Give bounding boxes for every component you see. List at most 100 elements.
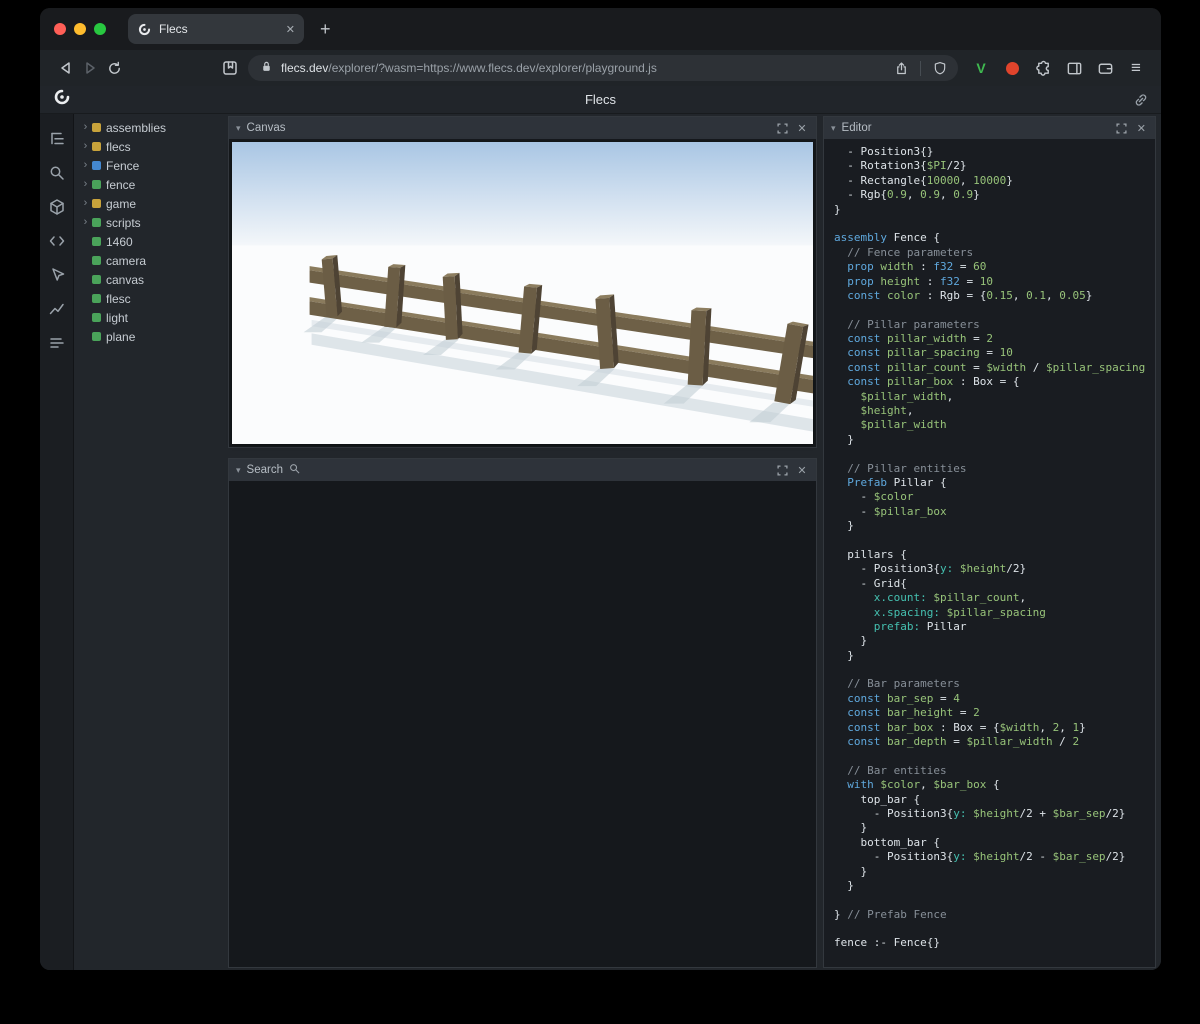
back-button[interactable] <box>54 56 78 80</box>
reload-button[interactable] <box>102 56 126 80</box>
code-line: const pillar_width = 2 <box>834 332 1145 346</box>
new-tab-button[interactable]: + <box>320 20 331 38</box>
tree-item-fence[interactable]: › fence <box>80 175 220 194</box>
extension-v-icon[interactable]: V <box>970 57 992 79</box>
code-line <box>834 893 1145 907</box>
tree-item-flecs[interactable]: ›flecs <box>80 137 220 156</box>
window-close-button[interactable] <box>54 23 66 35</box>
tree-item-assemblies[interactable]: ›assemblies <box>80 118 220 137</box>
code-line: // Bar parameters <box>834 677 1145 691</box>
entity-color-square <box>92 275 101 284</box>
entity-tree: ›assemblies›flecs›Fence›fence›game›scrip… <box>74 114 222 970</box>
code-line: assembly Fence { <box>834 231 1145 245</box>
extensions-puzzle-icon[interactable] <box>1032 57 1054 79</box>
chevron-right-icon[interactable]: › <box>80 122 91 133</box>
lock-icon[interactable] <box>260 60 273 76</box>
chevron-right-icon[interactable]: › <box>80 217 91 228</box>
code-line: $pillar_width, <box>834 390 1145 404</box>
share-icon[interactable] <box>889 56 913 80</box>
editor-panel-title: Editor <box>842 122 872 134</box>
sidebar-toggle-icon[interactable] <box>1063 57 1085 79</box>
code-line: // Pillar entities <box>834 462 1145 476</box>
window-minimize-button[interactable] <box>74 23 86 35</box>
chevron-right-icon[interactable]: › <box>80 141 91 152</box>
url-domain: flecs.dev <box>281 61 328 75</box>
chevron-down-icon[interactable]: ▾ <box>236 466 241 475</box>
extension-red-icon[interactable] <box>1001 57 1023 79</box>
cube-icon[interactable] <box>44 194 70 220</box>
editor-column: ▾ Editor ✕ - Position3{} - Rotation3{$PI… <box>823 114 1161 970</box>
editor-panel-header: ▾ Editor ✕ <box>824 117 1155 139</box>
chart-icon[interactable] <box>44 296 70 322</box>
menu-icon[interactable]: ≡ <box>1125 57 1147 79</box>
code-line: - Position3{} <box>834 145 1145 159</box>
code-line <box>834 922 1145 936</box>
tree-item-game[interactable]: › game <box>80 194 220 213</box>
tree-item-flesc[interactable]: flesc <box>80 289 220 308</box>
tree-item-light[interactable]: light <box>80 308 220 327</box>
code-line: } <box>834 519 1145 533</box>
shield-icon[interactable] <box>928 56 952 80</box>
code-line: - Grid{ <box>834 577 1145 591</box>
search-results-area[interactable] <box>229 481 816 967</box>
code-line: const bar_depth = $pillar_width / 2 <box>834 735 1145 749</box>
entity-label: fence <box>106 178 135 192</box>
tree-item-Fence[interactable]: ›Fence <box>80 156 220 175</box>
chevron-down-icon[interactable]: ▾ <box>236 124 241 133</box>
entity-color-square <box>92 256 101 265</box>
tab-close-icon[interactable]: ✕ <box>286 23 295 36</box>
chevron-right-icon[interactable]: › <box>80 198 91 209</box>
code-line: - Rectangle{10000, 10000} <box>834 174 1145 188</box>
tree-item-scripts[interactable]: ›scripts <box>80 213 220 232</box>
inspect-icon[interactable] <box>44 262 70 288</box>
expand-panel-icon[interactable] <box>775 121 789 135</box>
chevron-right-icon[interactable]: › <box>80 179 91 190</box>
code-line: bottom_bar { <box>834 836 1145 850</box>
code-line: x.count: $pillar_count, <box>834 591 1145 605</box>
pill-divider <box>920 61 921 76</box>
entity-label: light <box>106 311 128 325</box>
entity-label: camera <box>106 254 146 268</box>
forward-button[interactable] <box>78 56 102 80</box>
code-line: // Pillar parameters <box>834 318 1145 332</box>
canvas-panel: ▾ Canvas ✕ <box>228 116 817 448</box>
browser-tab[interactable]: Flecs ✕ <box>128 14 304 44</box>
url-text[interactable]: flecs.dev/explorer/?wasm=https://www.fle… <box>281 61 889 75</box>
code-line: top_bar { <box>834 793 1145 807</box>
expand-panel-icon[interactable] <box>1114 121 1128 135</box>
tree-item-canvas[interactable]: canvas <box>80 270 220 289</box>
bookmark-panel-icon[interactable] <box>218 56 242 80</box>
code-line: } <box>834 433 1145 447</box>
entity-label: flesc <box>106 292 131 306</box>
canvas-panel-header: ▾ Canvas ✕ <box>229 117 816 139</box>
code-icon[interactable] <box>44 228 70 254</box>
code-line: prefab: Pillar <box>834 620 1145 634</box>
tree-item-plane[interactable]: plane <box>80 327 220 346</box>
close-panel-icon[interactable]: ✕ <box>795 463 809 477</box>
stats-icon[interactable] <box>44 330 70 356</box>
entity-label: canvas <box>106 273 144 287</box>
entity-label: game <box>106 197 136 211</box>
editor-code[interactable]: - Position3{} - Rotation3{$PI/2} - Recta… <box>824 139 1155 967</box>
chevron-down-icon[interactable]: ▾ <box>831 124 836 133</box>
chevron-right-icon[interactable]: › <box>80 160 91 171</box>
close-panel-icon[interactable]: ✕ <box>1134 121 1148 135</box>
code-line <box>834 303 1145 317</box>
code-line: } <box>834 203 1145 217</box>
code-line: } <box>834 634 1145 648</box>
wallet-icon[interactable] <box>1094 57 1116 79</box>
tree-item-1460[interactable]: 1460 <box>80 232 220 251</box>
expand-panel-icon[interactable] <box>775 463 789 477</box>
close-panel-icon[interactable]: ✕ <box>795 121 809 135</box>
entity-color-square <box>92 294 101 303</box>
canvas-3d-viewport[interactable] <box>232 142 813 444</box>
entity-color-square <box>92 123 101 132</box>
address-bar[interactable]: flecs.dev/explorer/?wasm=https://www.fle… <box>248 55 958 81</box>
flecs-favicon-icon <box>137 22 152 37</box>
entity-label: plane <box>106 330 135 344</box>
search-icon[interactable] <box>44 160 70 186</box>
entity-tree-icon[interactable] <box>44 126 70 152</box>
window-zoom-button[interactable] <box>94 23 106 35</box>
tree-item-camera[interactable]: camera <box>80 251 220 270</box>
page-title: Flecs <box>40 92 1161 107</box>
